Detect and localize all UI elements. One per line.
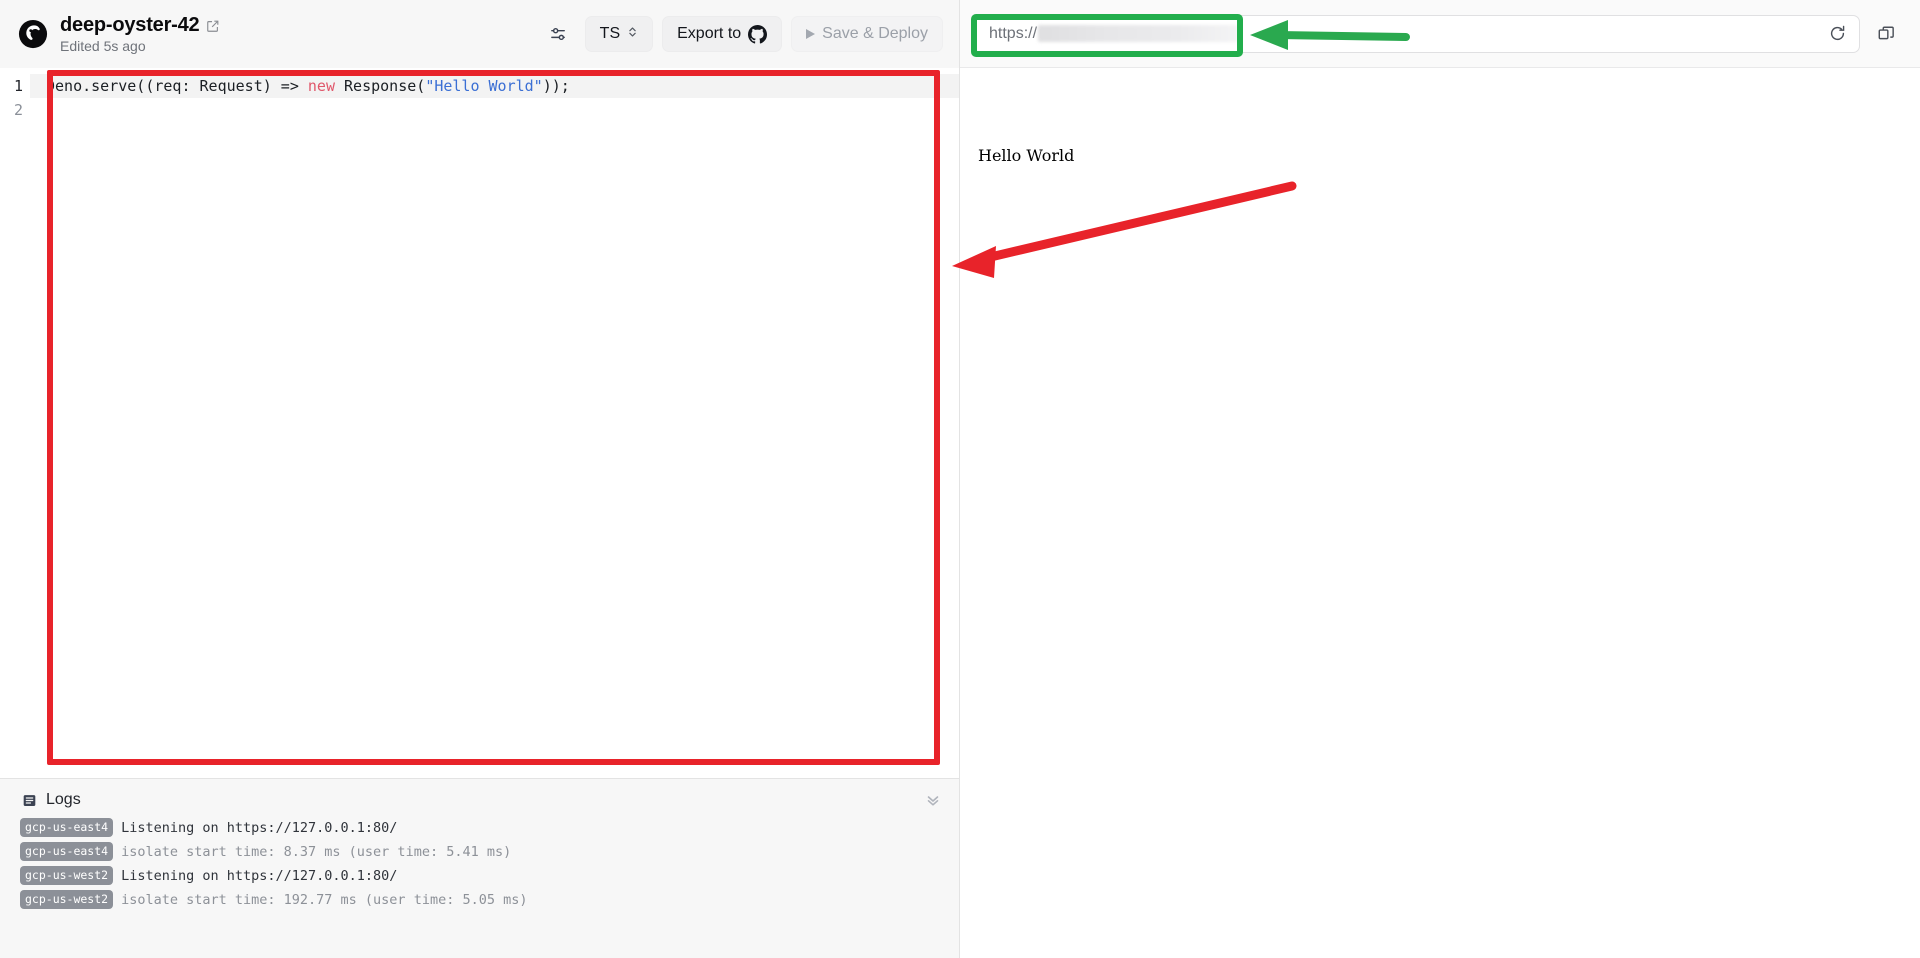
save-deploy-label: Save & Deploy bbox=[822, 25, 928, 42]
edited-status: Edited 5s ago bbox=[60, 38, 146, 54]
line-number-gutter: 1 2 bbox=[0, 74, 30, 778]
url-redacted-block bbox=[1038, 25, 1239, 42]
url-input[interactable]: https:// bbox=[974, 14, 1860, 53]
chevron-up-down-icon bbox=[627, 25, 638, 44]
code-content[interactable]: Deno.serve((req: Request) => new Respons… bbox=[30, 74, 959, 778]
export-label: Export to bbox=[677, 25, 742, 42]
log-region-badge: gcp-us-west2 bbox=[20, 865, 114, 886]
refresh-icon[interactable] bbox=[1828, 24, 1847, 43]
github-icon bbox=[748, 24, 768, 44]
log-message: isolate start time: 8.37 ms (user time: … bbox=[121, 843, 512, 860]
log-region-badge: gcp-us-east4 bbox=[20, 841, 114, 862]
logs-list-icon bbox=[22, 793, 37, 808]
save-and-deploy-button[interactable]: Save & Deploy bbox=[791, 16, 943, 52]
logs-title-group: Logs bbox=[22, 791, 81, 809]
log-entry: gcp-us-west2 Listening on https://127.0.… bbox=[20, 865, 959, 886]
project-title-block: deep-oyster-42 Edited 5s ago bbox=[60, 14, 220, 54]
logs-panel: Logs gcp-us-east4 Listening on https://1… bbox=[0, 778, 959, 958]
code-line[interactable]: Deno.serve((req: Request) => new Respons… bbox=[30, 74, 959, 98]
code-token-string: "Hello World" bbox=[425, 77, 543, 95]
log-entry: gcp-us-east4 Listening on https://127.0.… bbox=[20, 817, 959, 838]
code-line[interactable] bbox=[30, 98, 959, 122]
app-header: deep-oyster-42 Edited 5s ago TS Export t… bbox=[0, 0, 959, 68]
code-editor-panel[interactable]: 1 2 Deno.serve((req: Request) => new Res… bbox=[0, 68, 959, 778]
code-token: Deno.serve((req: Request) => bbox=[46, 77, 308, 95]
language-label: TS bbox=[599, 25, 621, 42]
log-entry: gcp-us-west2 isolate start time: 192.77 … bbox=[20, 889, 959, 910]
log-message: Listening on https://127.0.0.1:80/ bbox=[121, 819, 398, 836]
logs-header: Logs bbox=[0, 789, 959, 817]
preview-url-bar: https:// bbox=[960, 0, 1920, 68]
language-selector[interactable]: TS bbox=[584, 16, 654, 52]
sliders-settings-icon[interactable] bbox=[542, 17, 576, 51]
left-pane: deep-oyster-42 Edited 5s ago TS Export t… bbox=[0, 0, 960, 958]
page-title: deep-oyster-42 bbox=[60, 14, 200, 36]
code-token-keyword: new bbox=[307, 77, 335, 95]
pencil-square-icon[interactable] bbox=[206, 19, 220, 33]
code-editor[interactable]: 1 2 Deno.serve((req: Request) => new Res… bbox=[0, 68, 959, 778]
line-number: 1 bbox=[13, 77, 23, 95]
preview-iframe: Hello World bbox=[960, 68, 1920, 958]
line-number: 2 bbox=[13, 101, 23, 119]
play-triangle-icon bbox=[806, 29, 816, 39]
open-in-new-window-icon bbox=[1877, 24, 1896, 43]
export-to-github-button[interactable]: Export to bbox=[662, 16, 783, 52]
double-chevron-down-icon[interactable] bbox=[925, 792, 941, 808]
log-region-badge: gcp-us-west2 bbox=[20, 889, 114, 910]
header-actions: TS Export to Save & Deploy bbox=[542, 16, 943, 52]
preview-body-text: Hello World bbox=[978, 146, 1075, 165]
log-entry: gcp-us-east4 isolate start time: 8.37 ms… bbox=[20, 841, 959, 862]
log-entries: gcp-us-east4 Listening on https://127.0.… bbox=[0, 817, 959, 910]
deno-logo-icon bbox=[18, 19, 48, 49]
log-message: Listening on https://127.0.0.1:80/ bbox=[121, 867, 398, 884]
deno-deploy-playground: deep-oyster-42 Edited 5s ago TS Export t… bbox=[0, 0, 1920, 958]
log-region-badge: gcp-us-east4 bbox=[20, 817, 114, 838]
preview-pane: https:// Hello World bbox=[960, 0, 1920, 958]
code-token: Response( bbox=[335, 77, 426, 95]
log-message: isolate start time: 192.77 ms (user time… bbox=[121, 891, 528, 908]
code-token: )); bbox=[542, 77, 570, 95]
url-prefix-text: https:// bbox=[989, 24, 1038, 42]
logs-title: Logs bbox=[46, 791, 81, 808]
open-in-new-window-button[interactable] bbox=[1866, 15, 1906, 53]
